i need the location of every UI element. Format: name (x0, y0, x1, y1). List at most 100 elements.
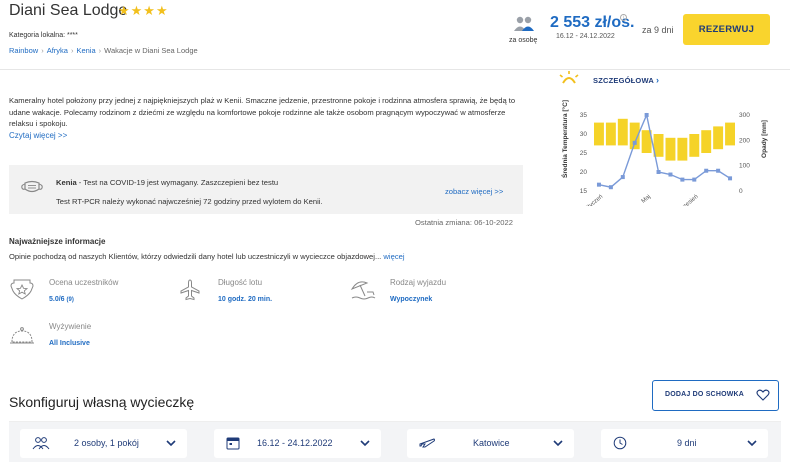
chart-y2label: Opady [mm] (761, 120, 768, 158)
y2-tick-label-1: 100 (739, 163, 750, 170)
feature-flight: Długość lotu 10 godz. 20 min. (178, 278, 348, 314)
breadcrumb-kenia[interactable]: Kenia (76, 46, 95, 55)
x-tick-label-2: Wrzesień (677, 194, 700, 206)
rating-score: 5.0/6 (49, 296, 65, 303)
selector-departure-value: Katowice (473, 438, 510, 448)
precipitation-point-8 (680, 177, 685, 182)
climate-details-link[interactable]: SZCZEGÓŁOWA › (593, 75, 659, 85)
chevron-right-icon: › (655, 75, 660, 85)
trip-dates: 16.12 - 24.12.2022 (556, 33, 615, 40)
temperature-bar-3 (617, 118, 628, 146)
breadcrumb: Rainbow › Afryka › Kenia › Wakacje w Diani Sea… (9, 46, 198, 55)
chevron-down-icon (747, 440, 757, 447)
temperature-bar-12 (725, 122, 735, 146)
precipitation-point-1 (596, 182, 601, 187)
precipitation-point-9 (692, 177, 697, 182)
temperature-bar-9 (689, 134, 700, 157)
chevron-down-icon (166, 440, 176, 447)
covid-see-more-link[interactable]: zobacz więcej >> (445, 187, 503, 196)
add-to-favorites-label: DODAJ DO SCHOWKA (665, 391, 745, 398)
temperature-bar-7 (665, 137, 676, 161)
selector-travelers[interactable]: 2 osoby, 1 pokój (20, 429, 187, 458)
hotel-name: Diani Sea Lodge (9, 2, 128, 19)
covid-requirement: Kenia - Test na COVID-19 jest wymagany. … (56, 178, 278, 187)
covid-info-box: Kenia - Test na COVID-19 jest wymagany. … (9, 165, 523, 214)
key-info-description: Opinie pochodzą od naszych Klientów, któ… (9, 252, 405, 261)
read-more-link[interactable]: Czytaj więcej >> (9, 131, 67, 140)
calendar-icon (226, 437, 240, 450)
rating-count: (9) (66, 297, 74, 303)
key-info-text: Opinie pochodzą od naszych Klientów, któ… (9, 252, 382, 261)
selector-departure[interactable]: Katowice (407, 429, 574, 458)
climate-details-label: SZCZEGÓŁOWA (593, 76, 654, 85)
beach-umbrella-icon (350, 281, 376, 300)
temperature-bar-10 (701, 130, 712, 153)
per-person-label: za osobę (509, 37, 538, 44)
add-to-favorites-button[interactable]: DODAJ DO SCHOWKA (652, 380, 779, 411)
covid-test-rule: Test RT-PCR należy wykonać najwcześniej … (56, 197, 323, 206)
clock-icon (613, 436, 627, 450)
configurator-bar: 2 osoby, 1 pokój 16.12 - 24.12.2022 Kato… (9, 421, 781, 462)
y2-tick-label-2: 200 (739, 137, 750, 144)
last-change-date: Ostatnia zmiana: 06-10-2022 (415, 218, 513, 227)
selector-travelers-value: 2 osoby, 1 pokój (74, 438, 139, 448)
precipitation-point-6 (656, 170, 661, 174)
plane-icon (180, 279, 200, 301)
people-icon (32, 437, 50, 450)
feature-rating: Ocena uczestników 5.0/6 (9) (9, 278, 179, 314)
covid-country: Kenia (56, 178, 77, 187)
climate-chart: Średnia Temperatura [°C] Opady [mm] 15 20… (560, 100, 768, 206)
temperature-bar-2 (605, 122, 616, 146)
trip-duration: za 9 dni (642, 25, 674, 35)
people-icon (514, 16, 534, 31)
selector-dates-value: 16.12 - 24.12.2022 (257, 438, 333, 448)
precipitation-point-2 (608, 185, 613, 190)
selector-duration[interactable]: 9 dni (601, 429, 768, 458)
chevron-down-icon (360, 440, 370, 447)
key-info-heading: Najważniejsze informacje (9, 237, 106, 246)
trip-type-value: Wypoczynek (390, 296, 433, 303)
y-tick-label-0: 15 (580, 188, 588, 195)
precipitation-point-4 (632, 140, 637, 145)
y-tick-label-1: 20 (580, 169, 588, 176)
feature-trip-type: Rodzaj wyjazdu Wypoczynek (350, 278, 520, 314)
climate-widget: SZCZEGÓŁOWA › Średnia Temperatura [°C] O… (540, 68, 790, 208)
precipitation-point-7 (668, 172, 673, 177)
flight-value: 10 godz. 20 min. (218, 296, 273, 303)
board-value: All Inclusive (49, 340, 90, 347)
breadcrumb-rainbow[interactable]: Rainbow (9, 46, 38, 55)
configurator-title: Skonfiguruj własną wycieczkę (9, 394, 195, 410)
y2-tick-label-0: 0 (739, 188, 743, 195)
precipitation-point-10 (704, 168, 709, 173)
key-info-more-link[interactable]: więcej (383, 252, 404, 261)
info-icon[interactable]: i (620, 14, 627, 21)
chart-ylabel: Średnia Temperatura [°C] (560, 100, 569, 178)
temperature-bar-11 (713, 126, 724, 150)
reserve-button[interactable]: REZERWUJ (683, 14, 770, 45)
heart-icon (756, 389, 770, 401)
board-label: Wyżywienie (49, 322, 92, 331)
selector-dates[interactable]: 16.12 - 24.12.2022 (214, 429, 381, 458)
chevron-right-icon: › (98, 46, 102, 55)
y-tick-label-4: 35 (580, 112, 588, 119)
temperature-bar-8 (677, 137, 688, 161)
local-category: Kategoria lokalna: **** (9, 32, 78, 39)
y-tick-label-3: 30 (580, 131, 588, 138)
x-tick-label-1: Maj (641, 194, 652, 205)
temperature-bar-1 (594, 122, 604, 146)
chevron-right-icon: › (41, 46, 44, 55)
mask-icon (21, 180, 43, 193)
hotel-header: Diani Sea Lodge ★★★★ Kategoria lokalna: … (0, 0, 790, 70)
rating-value: 5.0/6 (9) (49, 296, 74, 303)
y-tick-label-2: 25 (580, 150, 588, 157)
selector-duration-value: 9 dni (677, 438, 697, 448)
plane-icon (419, 438, 435, 448)
flight-label: Długość lotu (218, 278, 263, 287)
precipitation-point-11 (716, 168, 721, 173)
breadcrumb-afryka[interactable]: Afryka (47, 46, 68, 55)
hotel-description: Kameralny hotel położony przy jednej z n… (9, 96, 516, 128)
chevron-down-icon (553, 440, 563, 447)
precipitation-point-12 (728, 176, 733, 181)
star-badge-icon (10, 279, 34, 300)
y2-tick-label-3: 300 (739, 112, 750, 119)
